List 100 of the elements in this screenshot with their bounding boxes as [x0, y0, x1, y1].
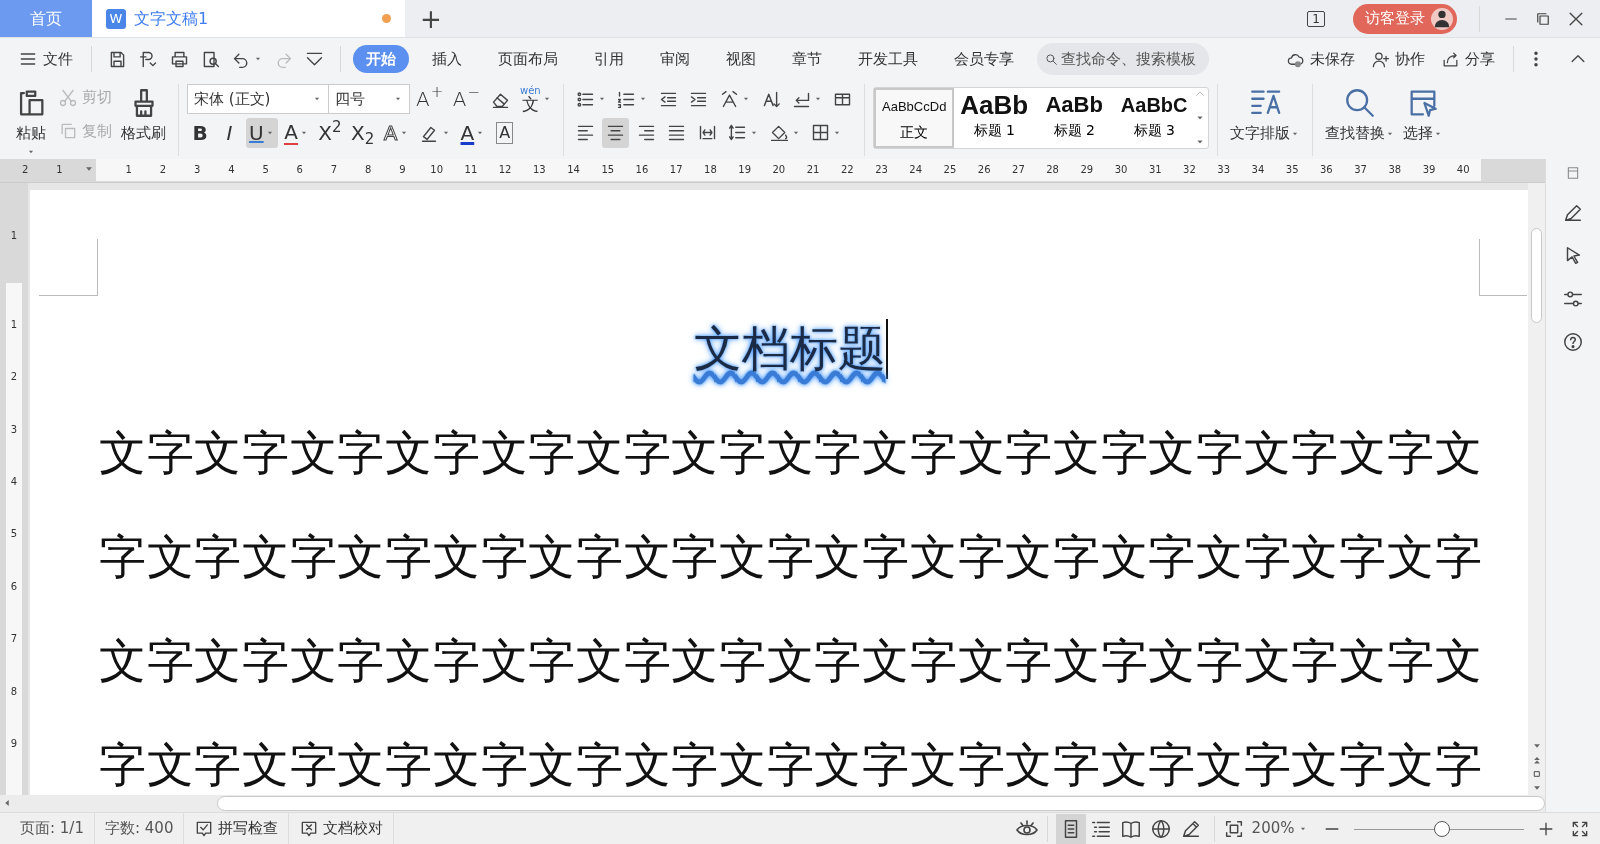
ruler-number: 35: [1284, 162, 1300, 177]
italic-button[interactable]: I: [216, 117, 243, 148]
ruler-number: 31: [1147, 162, 1163, 177]
font-color-button[interactable]: A: [457, 117, 489, 148]
ruler-number: 23: [874, 162, 889, 177]
ruler-number: 33: [1216, 162, 1232, 177]
app-logo: W: [106, 8, 126, 29]
body-text-line: 字文字文字文字文字文字文字文字文字文字文字文字文字文字文字: [99, 737, 1484, 793]
proofread-button[interactable]: 文档校对: [289, 812, 395, 844]
ruler-number: 32: [1182, 162, 1197, 177]
ruler-number: 36: [1319, 162, 1334, 177]
style-preset[interactable]: AaBbCcDd 正文: [874, 88, 955, 149]
paste-button[interactable]: 粘贴: [10, 84, 52, 159]
word-count: 字数: 400: [94, 812, 185, 844]
zoom-slider-thumb[interactable]: [1434, 820, 1451, 837]
select-button[interactable]: 选择: [1399, 84, 1448, 147]
ruler-number: 6: [10, 579, 18, 594]
search-field[interactable]: 查找命令、搜索模板: [1037, 43, 1209, 76]
ruler-number: 2: [158, 162, 168, 177]
align-center-button[interactable]: [602, 117, 630, 148]
pinyin-guide-button[interactable]: wén 文: [517, 84, 555, 115]
format-painter-button[interactable]: 格式刷: [117, 84, 170, 147]
ruler-number: 30: [1113, 162, 1129, 177]
grow-font-button[interactable]: A$^{+}$: [413, 84, 447, 115]
body-text-line: 文字文字文字文字文字文字文字文字文字文字文字文字文字文字文: [99, 633, 1484, 689]
ruler-number: 10: [429, 162, 445, 177]
ruler-number: 2: [10, 370, 18, 385]
page-view-button[interactable]: [1055, 813, 1086, 844]
ruler-number: 1: [10, 228, 18, 243]
ruler-number: 16: [634, 162, 650, 177]
character-border-button[interactable]: A: [491, 117, 518, 148]
ruler-number: 13: [531, 162, 547, 177]
ribbon-tab[interactable]: 会员专享: [941, 44, 1027, 74]
collaborate-button[interactable]: 协作: [1365, 47, 1431, 71]
ruler-number: 5: [10, 527, 18, 542]
ruler-number: 28: [1045, 162, 1060, 177]
help-icon[interactable]: [1562, 330, 1584, 353]
ruler-number: 6: [295, 162, 304, 177]
shrink-font-button[interactable]: A$^{−}$: [449, 84, 484, 115]
ruler-number: 37: [1353, 162, 1368, 177]
ruler-number: 26: [976, 162, 992, 177]
ruler-number: 3: [192, 162, 202, 177]
ruler-number: 20: [771, 162, 787, 177]
font-select[interactable]: 宋体 (正文): [187, 84, 329, 115]
ribbon-tab[interactable]: 引用: [581, 44, 637, 74]
ruler-number: 15: [600, 162, 616, 177]
ribbon-tab[interactable]: 视图: [713, 44, 769, 74]
bold-button[interactable]: B: [187, 117, 213, 148]
ruler-number: 18: [703, 162, 718, 177]
ruler-number: 40: [1455, 162, 1471, 177]
ruler-number: 7: [329, 162, 339, 177]
ruler-number: 24: [908, 162, 924, 177]
share-button[interactable]: 分享: [1435, 47, 1501, 71]
ribbon-tab[interactable]: 章节: [779, 44, 835, 74]
spell-check-button[interactable]: 拼写检查: [184, 812, 290, 844]
new-tab-button[interactable]: +: [405, 0, 457, 37]
find-replace-button[interactable]: 查找替换: [1321, 84, 1400, 147]
ribbon-tab[interactable]: 插入: [419, 44, 475, 74]
ruler-number: 3: [10, 422, 18, 437]
font-size-select[interactable]: 四号: [327, 84, 410, 115]
web-view-icon: [1149, 817, 1172, 840]
subscript-button[interactable]: X$_{2}$: [348, 117, 378, 148]
scissors-icon: [57, 87, 78, 108]
ruler-number: 7: [10, 632, 18, 647]
panel-icon[interactable]: [1565, 164, 1581, 181]
file-menu[interactable]: 文件: [12, 47, 79, 71]
ruler-number: 9: [398, 162, 407, 177]
ruler-number: 8: [364, 162, 373, 177]
ruler-number: 25: [942, 162, 958, 177]
ribbon-tab[interactable]: 页面布局: [485, 44, 571, 74]
body-text-line: 字文字文字文字文字文字文字文字文字文字文字文字文字文字文字: [99, 529, 1484, 585]
style-preset[interactable]: AaBb 标题 2: [1034, 88, 1115, 149]
ribbon-tab[interactable]: 开发工具: [845, 44, 931, 74]
ruler-number: 22: [839, 162, 855, 177]
ruler-number: 12: [497, 162, 513, 177]
ruler-number: 17: [668, 162, 684, 177]
document-tab[interactable]: W 文字文稿1: [92, 0, 405, 37]
horizontal-scroll-thumb[interactable]: [217, 795, 1545, 811]
strikethrough-button[interactable]: A: [281, 117, 312, 148]
superscript-button[interactable]: X$^{2}$: [315, 117, 345, 148]
ruler-number: 29: [1079, 162, 1095, 177]
ruler-number: 21: [805, 162, 821, 177]
vertical-scroll-thumb[interactable]: [1531, 227, 1542, 323]
style-preset[interactable]: AaBb 标题 1: [954, 88, 1035, 149]
ruler-number: 9: [10, 737, 18, 752]
underline-button[interactable]: U: [246, 117, 278, 148]
ruler-number: 39: [1421, 162, 1437, 177]
style-preset[interactable]: AaBbC 标题 3: [1114, 88, 1195, 149]
body-text-line: 文字文字文字文字文字文字文字文字文字文字文字文字文字文字文: [99, 425, 1484, 481]
ruler-number: 2: [20, 162, 30, 177]
save-status-button[interactable]: 未保存: [1280, 47, 1361, 71]
ribbon-tab[interactable]: 审阅: [647, 44, 703, 74]
ruler-number: 19: [737, 162, 752, 177]
text-layout-button[interactable]: 文字排版: [1226, 84, 1305, 147]
ruler-number: 4: [227, 162, 236, 177]
page-count-indicator[interactable]: 1: [1307, 10, 1325, 27]
ruler-number: 14: [566, 162, 581, 177]
ruler-number: 38: [1387, 162, 1403, 177]
zoom-dropdown[interactable]: 200%: [1251, 817, 1308, 840]
page-indicator: 页面: 1/1: [10, 812, 95, 844]
